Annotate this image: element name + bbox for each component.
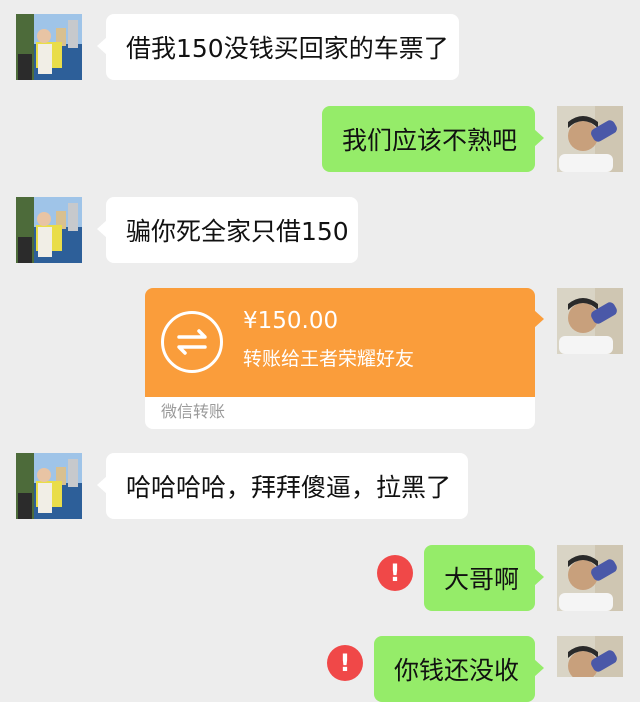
my-avatar[interactable]: [557, 636, 623, 677]
my-avatar[interactable]: [557, 545, 623, 611]
friend-avatar[interactable]: [16, 14, 82, 80]
transfer-card[interactable]: ¥150.00 转账给王者荣耀好友 微信转账: [145, 288, 544, 429]
message-text: 你钱还没收: [394, 656, 520, 685]
message-text: 大哥啊: [444, 565, 520, 594]
message-bubble-incoming[interactable]: 骗你死全家只借150: [97, 197, 358, 263]
message-bubble-incoming[interactable]: 借我150没钱买回家的车票了: [97, 14, 459, 80]
transfer-note: 转账给王者荣耀好友: [243, 348, 415, 370]
my-avatar[interactable]: [557, 288, 623, 354]
friend-avatar[interactable]: [16, 197, 82, 263]
message-text: 借我150没钱买回家的车票了: [126, 34, 449, 63]
message-bubble-incoming[interactable]: 哈哈哈哈，拜拜傻逼，拉黑了: [97, 453, 468, 519]
transfer-footer: 微信转账: [145, 397, 535, 429]
my-avatar[interactable]: [557, 106, 623, 172]
transfer-exchange-icon: [161, 311, 223, 373]
message-text: 我们应该不熟吧: [342, 126, 518, 155]
transfer-amount: ¥150.00: [243, 308, 339, 334]
message-bubble-outgoing[interactable]: 我们应该不熟吧: [322, 106, 544, 172]
message-text: 骗你死全家只借150: [126, 217, 349, 246]
message-text: 哈哈哈哈，拜拜傻逼，拉黑了: [126, 473, 452, 502]
transfer-card-header: ¥150.00 转账给王者荣耀好友: [145, 288, 544, 397]
message-bubble-outgoing[interactable]: 你钱还没收: [374, 636, 544, 702]
send-failed-alert-icon[interactable]: !: [377, 555, 413, 591]
send-failed-alert-icon[interactable]: !: [327, 645, 363, 681]
message-bubble-outgoing[interactable]: 大哥啊: [424, 545, 544, 611]
friend-avatar[interactable]: [16, 453, 82, 519]
